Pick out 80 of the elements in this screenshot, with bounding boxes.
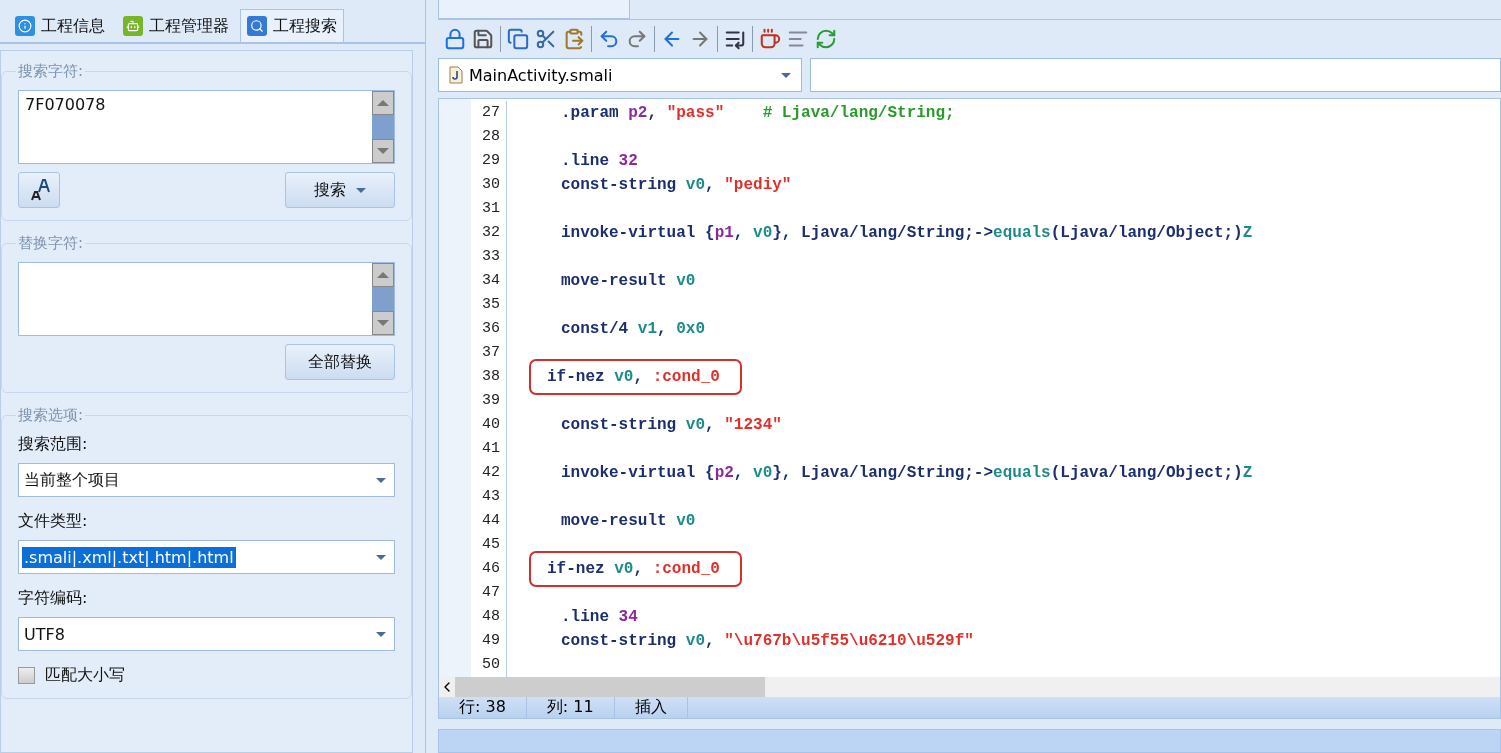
save-icon[interactable] [472,28,494,50]
group-title: 搜索字符: [16,62,86,81]
status-text: 插入 [614,697,688,718]
code-line: .line 32 [560,151,639,172]
code-line: .param p2, "pass" # Ljava/lang/String; [560,103,956,124]
line-number: 37 [439,341,507,365]
undo-icon[interactable] [598,28,620,50]
line-number: 42 [439,461,507,485]
panel-tab[interactable]: 工程管理器 [116,9,236,42]
line-number: 35 [439,293,507,317]
dropdown[interactable]: .smali|.xml|.txt|.htm|.html [18,540,395,574]
line-number: 41 [439,437,507,461]
line-number: 38 [439,365,507,389]
line-number: 48 [439,605,507,629]
caret-icon [356,187,366,193]
field-label: 文件类型: [18,511,89,532]
line-number: 49 [439,629,507,653]
search-text-field[interactable]: 7F070078 [18,90,395,164]
member-dropdown[interactable] [810,58,1501,92]
code-line: move-result v0 [560,511,697,532]
copy-icon[interactable] [507,28,529,50]
caret-icon [376,554,386,560]
line-number: 45 [439,533,507,557]
scrollbar [372,91,394,163]
search-button[interactable]: 搜索 [285,172,395,208]
code-line: invoke-virtual {p1, v0}, Ljava/lang/String;->equals(Ljava/lang/Object;)Z [560,223,1254,244]
caret-icon [781,72,791,78]
field-label: 字符编码: [18,588,89,609]
caret-icon [376,631,386,637]
scrollbar [372,263,394,335]
code-line: const-string v0, "1234" [560,415,783,436]
font-button[interactable] [18,172,60,208]
group-title: 搜索选项: [16,406,86,425]
redo-icon[interactable] [626,28,648,50]
line-number: 32 [439,221,507,245]
checkbox[interactable] [18,667,35,684]
line-number: 39 [439,389,507,413]
file-dropdown[interactable]: MainActivity.smali [438,58,802,92]
field-label: 搜索范围: [18,434,89,455]
font-icon [28,178,50,202]
line-number: 27 [439,101,507,125]
line-number: 30 [439,173,507,197]
group-title: 替换字符: [16,234,86,253]
horizontal-scrollbar[interactable] [439,677,1500,697]
refresh-icon[interactable] [815,28,837,50]
line-number: 44 [439,509,507,533]
line-number: 34 [439,269,507,293]
line-number: 29 [439,149,507,173]
file-icon [449,66,463,84]
replace-all-button[interactable]: 全部替换 [285,344,395,380]
panel-tab[interactable]: 工程搜索 [240,9,344,42]
line-number: 40 [439,413,507,437]
line-number: 46 [439,557,507,581]
status-text: 列: 11 [526,697,615,718]
panel-tab[interactable]: 工程信息 [8,9,112,42]
search-icon [247,16,267,36]
line-number: 33 [439,245,507,269]
line-number: 43 [439,485,507,509]
code-line: move-result v0 [560,271,697,292]
code-line: invoke-virtual {p2, v0}, Ljava/lang/String;->equals(Ljava/lang/Object;)Z [560,463,1254,484]
line-number: 28 [439,125,507,149]
line-number: 31 [439,197,507,221]
info-icon [15,16,35,36]
dropdown[interactable]: UTF8 [18,617,395,651]
line-number: 47 [439,581,507,605]
paste-icon[interactable] [563,28,585,50]
scissors-icon[interactable] [535,28,557,50]
code-line: .line 34 [560,607,639,628]
lock-icon[interactable] [444,28,466,50]
caret-icon [376,477,386,483]
replace-text-field[interactable] [18,262,395,336]
line-number: 36 [439,317,507,341]
checkbox-label: 匹配大小写 [45,665,125,686]
code-line: const-string v0, "pediy" [560,175,793,196]
status-text: 行: 38 [439,697,527,718]
coffee-cup-icon[interactable] [759,28,781,50]
dropdown[interactable]: 当前整个项目 [18,463,395,497]
code-line: const/4 v1, 0x0 [560,319,707,340]
robot-icon [123,16,143,36]
code-line: const-string v0, "\u767b\u5f55\u6210\u529f" [560,631,975,652]
